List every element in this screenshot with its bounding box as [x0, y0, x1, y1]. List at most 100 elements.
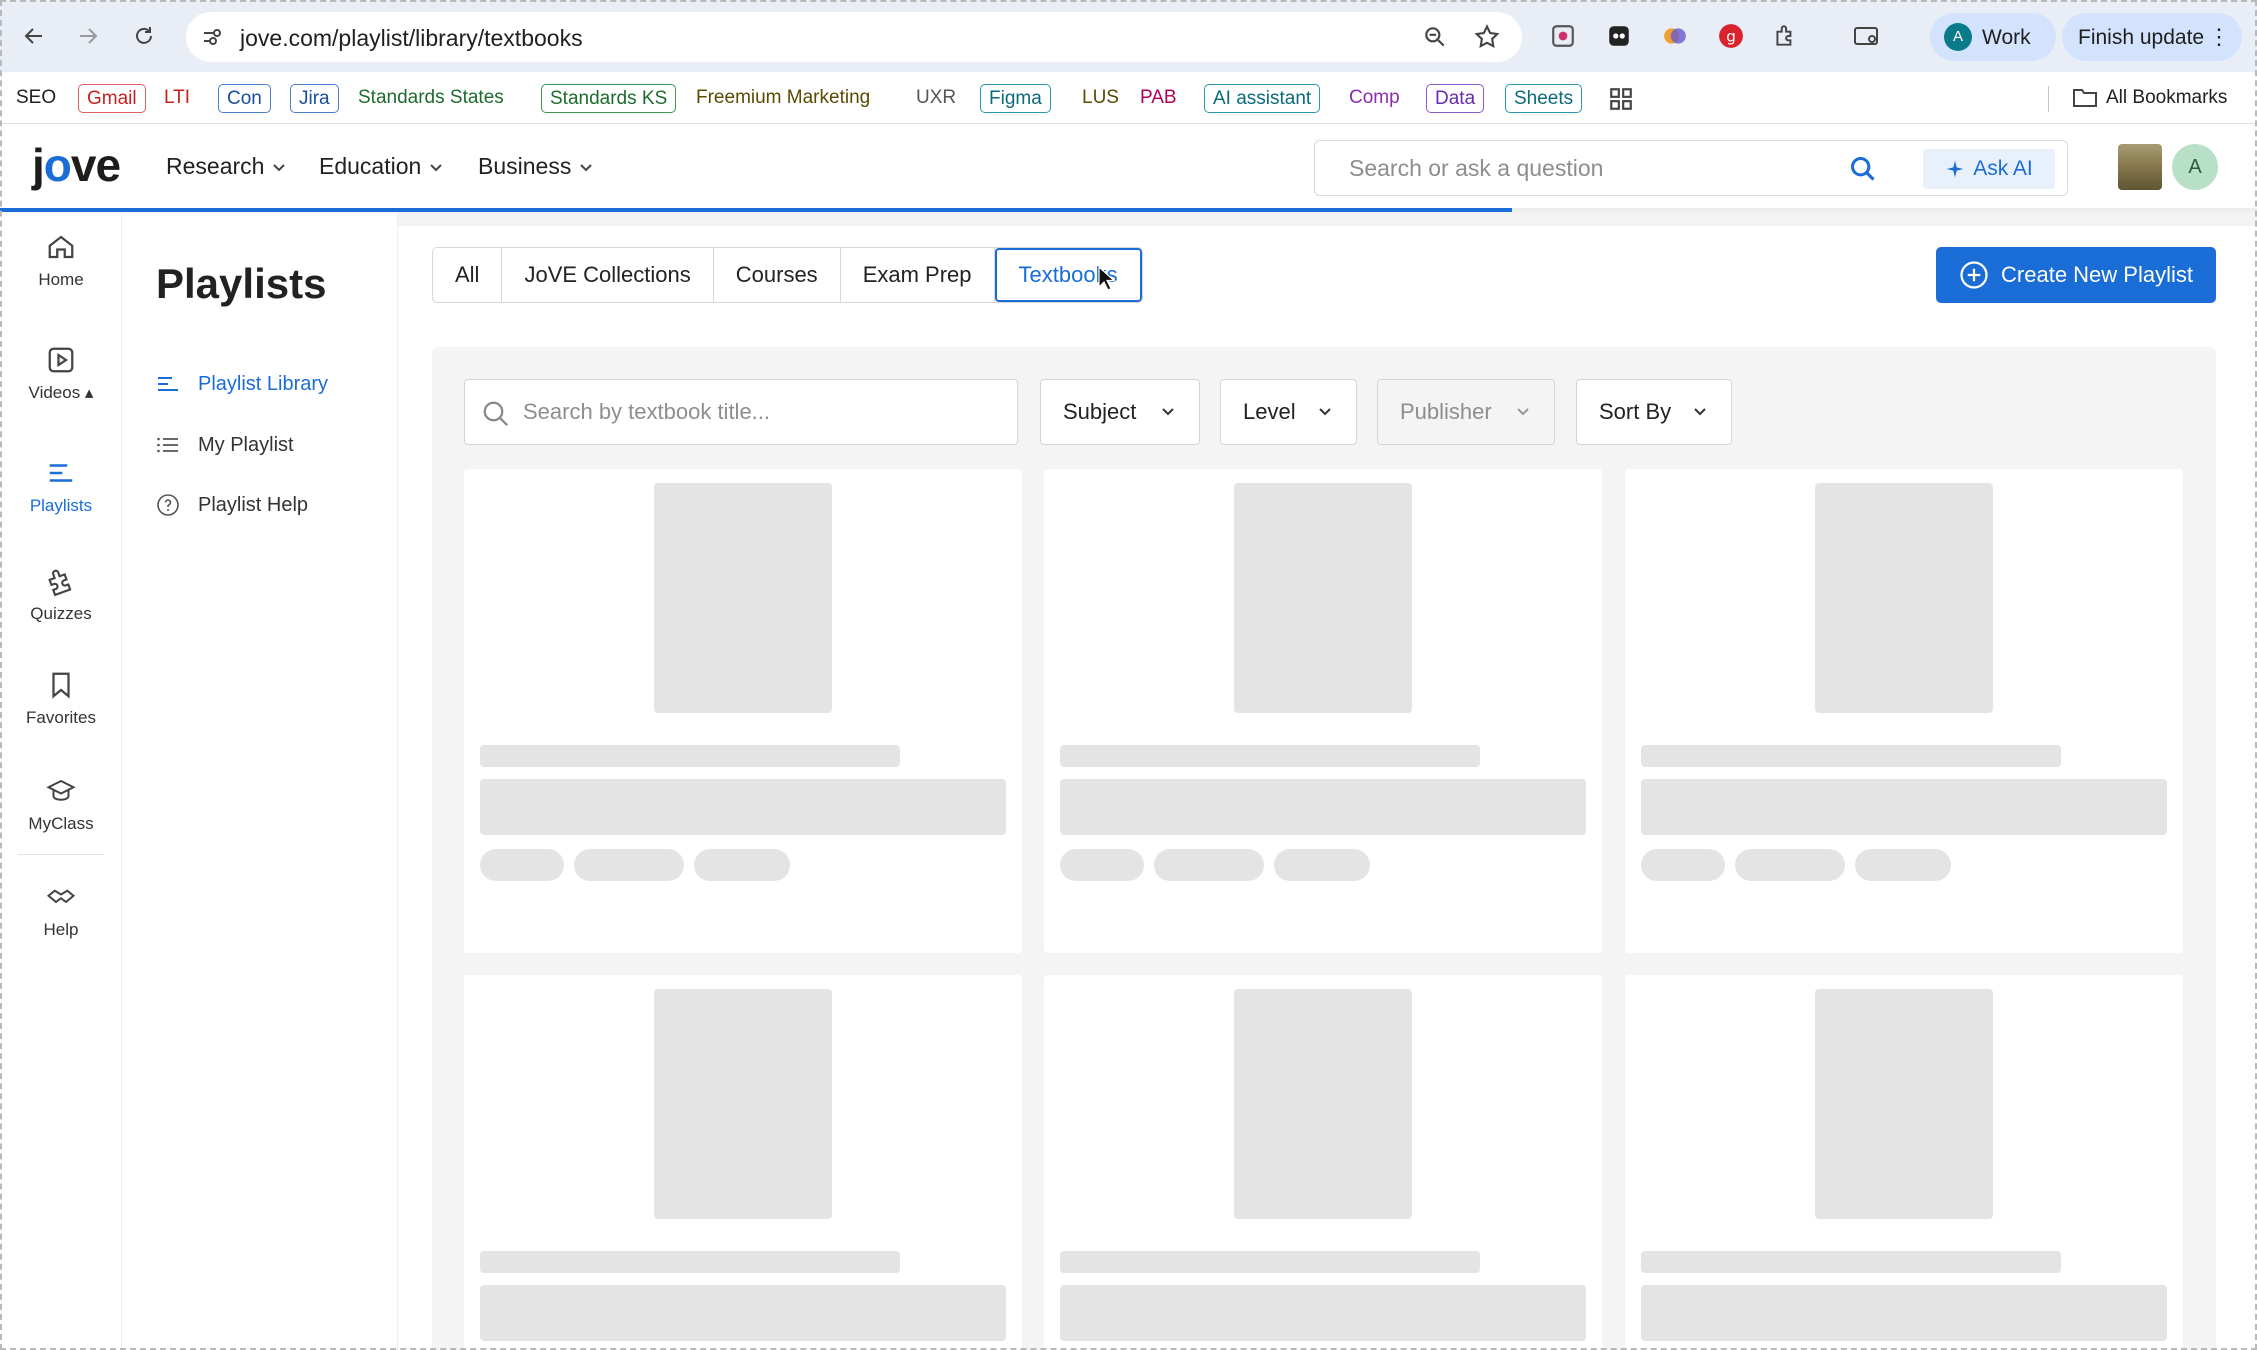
- textbook-panel: Subject Level Publisher Sort By: [432, 347, 2216, 1350]
- sort-by-dropdown[interactable]: Sort By: [1576, 379, 1732, 445]
- address-bar[interactable]: jove.com/playlist/library/textbooks: [186, 12, 1522, 62]
- help-circle-icon: [157, 494, 179, 516]
- user-avatar[interactable]: A: [2172, 144, 2218, 190]
- skeleton-pill: [1154, 849, 1264, 881]
- bookmark-item[interactable]: Standards KS: [541, 84, 677, 113]
- bookmark-item[interactable]: LTI: [160, 84, 194, 113]
- tab-exam-prep[interactable]: Exam Prep: [841, 248, 995, 302]
- header-shadow: [398, 212, 2257, 226]
- nav-research-label: Research: [166, 153, 265, 179]
- mouse-cursor-icon: [1098, 266, 1116, 291]
- skeleton-title: [1060, 1285, 1586, 1341]
- star-icon: [1474, 24, 1500, 48]
- skeleton-line: [480, 1251, 900, 1273]
- playlists-sidebar: Playlists Playlist Library My Playlist P…: [122, 212, 398, 1350]
- chevron-down-icon: [1162, 408, 1174, 416]
- finish-update-button[interactable]: Finish update ⋮: [2062, 13, 2242, 61]
- skeleton-title: [1060, 779, 1586, 835]
- nav-education[interactable]: Education: [319, 153, 444, 180]
- rail-item-videos[interactable]: Videos ▴: [0, 345, 122, 435]
- reload-button[interactable]: [128, 20, 160, 52]
- site-settings-icon: [204, 29, 221, 45]
- rail-label-help: Help: [43, 920, 79, 939]
- textbook-search-input[interactable]: [523, 380, 1003, 444]
- rail-divider: [18, 854, 104, 855]
- rail-item-help[interactable]: Help: [0, 882, 122, 972]
- bookmark-item[interactable]: Sheets: [1505, 84, 1583, 113]
- rail-item-playlists[interactable]: Playlists: [0, 458, 122, 548]
- skeleton-line: [480, 745, 900, 767]
- nav-business[interactable]: Business: [478, 153, 594, 180]
- skeleton-line: [1060, 745, 1480, 767]
- create-new-playlist-button[interactable]: Create New Playlist: [1936, 247, 2216, 303]
- nav-research[interactable]: Research: [166, 153, 287, 180]
- color-extension-icon[interactable]: [1660, 21, 1690, 51]
- extension-icon[interactable]: [1604, 21, 1634, 51]
- folder-icon: [2073, 89, 2097, 107]
- tab-all[interactable]: All: [433, 248, 503, 302]
- tab-search-icon[interactable]: [1852, 21, 1882, 51]
- screenshot-extension-icon[interactable]: [1548, 21, 1578, 51]
- skeleton-pill: [1855, 849, 1951, 881]
- rail-item-home[interactable]: Home: [0, 232, 122, 322]
- rail-item-myclass[interactable]: MyClass: [0, 776, 122, 866]
- url-text: jove.com/playlist/library/textbooks: [240, 25, 583, 51]
- grammarly-icon[interactable]: g: [1716, 21, 1746, 51]
- bookmark-item[interactable]: SEO: [12, 84, 60, 113]
- skeleton-cover: [1234, 989, 1412, 1219]
- svg-text:g: g: [1726, 27, 1736, 45]
- search-icon: [483, 401, 509, 427]
- ask-ai-button[interactable]: Ask AI: [1923, 149, 2055, 189]
- level-dropdown[interactable]: Level: [1220, 379, 1357, 445]
- bookmark-item[interactable]: Comp: [1345, 84, 1404, 113]
- bookmark-item[interactable]: PAB: [1136, 84, 1181, 113]
- bookmark-item[interactable]: LUS: [1078, 84, 1123, 113]
- skeleton-pill: [1641, 849, 1725, 881]
- chevron-down-icon: [1319, 408, 1331, 416]
- skeleton-title: [480, 1285, 1006, 1341]
- jove-logo[interactable]: jove: [32, 138, 121, 192]
- global-search-input[interactable]: [1315, 141, 1875, 195]
- rail-item-quizzes[interactable]: Quizzes: [0, 564, 122, 654]
- bookmark-item[interactable]: Data: [1426, 84, 1485, 113]
- publisher-dropdown[interactable]: Publisher: [1377, 379, 1555, 445]
- global-search: Ask AI: [1314, 140, 2068, 196]
- skeleton-line: [1641, 1251, 2061, 1273]
- bookmark-item[interactable]: Figma: [980, 84, 1051, 113]
- all-bookmarks-button[interactable]: All Bookmarks: [2072, 86, 2227, 109]
- tab-jove-collections[interactable]: JoVE Collections: [502, 248, 714, 302]
- skeleton-line: [1641, 745, 2061, 767]
- forward-button[interactable]: [72, 20, 104, 52]
- sidebar-item-playlist-library[interactable]: Playlist Library: [156, 368, 328, 400]
- bookmark-item[interactable]: Standards States: [354, 84, 508, 113]
- skeleton-title: [480, 779, 1006, 835]
- rail-label-playlists: Playlists: [29, 496, 93, 515]
- bookmark-item[interactable]: Freemium Marketing: [692, 84, 874, 113]
- rail-item-favorites[interactable]: Favorites: [0, 670, 122, 760]
- site-header: jove Research Education Business Ask AI …: [0, 124, 2257, 210]
- institution-thumbnail[interactable]: [2118, 144, 2162, 190]
- subject-dropdown[interactable]: Subject: [1040, 379, 1200, 445]
- textbook-card-skeleton: [1625, 469, 2183, 953]
- profile-button[interactable]: A Work: [1930, 13, 2056, 61]
- skeleton-pill: [1274, 849, 1370, 881]
- tab-textbooks[interactable]: Textbooks: [994, 248, 1142, 302]
- back-button[interactable]: [18, 20, 50, 52]
- sort-by-dropdown-label: Sort By: [1599, 399, 1672, 424]
- sparkle-icon: [1946, 160, 1964, 178]
- page-title: Playlists: [156, 260, 327, 307]
- playlist-library-icon: [158, 377, 178, 391]
- sidebar-item-my-playlist[interactable]: My Playlist: [156, 429, 294, 461]
- bookmark-item[interactable]: Gmail: [78, 84, 146, 113]
- bookmark-item[interactable]: Con: [218, 84, 271, 113]
- tab-courses[interactable]: Courses: [714, 248, 841, 302]
- puzzle-extensions-icon[interactable]: [1770, 21, 1800, 51]
- bookmark-item[interactable]: AI assistant: [1204, 84, 1321, 113]
- bookmark-item[interactable]: Jira: [290, 84, 339, 113]
- sidebar-item-playlist-help[interactable]: Playlist Help: [156, 489, 308, 521]
- textbook-card-skeleton: [1625, 975, 2183, 1350]
- rail-label-favorites: Favorites: [26, 708, 96, 727]
- bookmark-item[interactable]: UXR: [912, 84, 960, 113]
- search-icon[interactable]: [1849, 155, 1877, 183]
- profile-avatar: A: [1944, 23, 1972, 51]
